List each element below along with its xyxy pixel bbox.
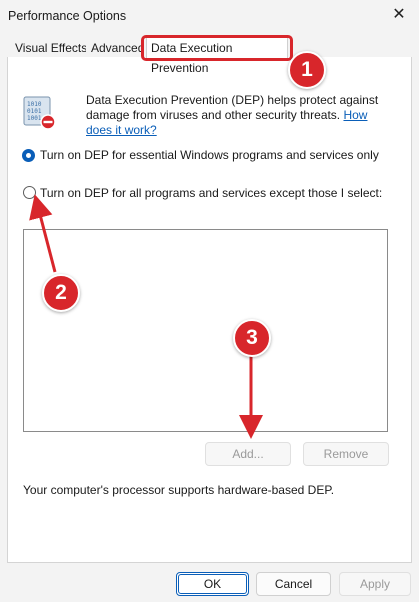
ok-button[interactable]: OK [176,572,249,596]
step-badge-2: 2 [42,274,80,312]
dep-description-text: Data Execution Prevention (DEP) helps pr… [86,93,379,122]
remove-button[interactable]: Remove [303,442,389,466]
radio-essential-only[interactable] [22,149,35,162]
radio-all-programs-label[interactable]: Turn on DEP for all programs and service… [40,186,382,200]
cancel-button[interactable]: Cancel [256,572,331,596]
close-icon[interactable]: ✕ [388,4,410,26]
dep-shield-icon: 1010 0101 1001 [22,95,58,131]
radio-all-programs[interactable] [23,186,36,199]
svg-text:1010: 1010 [27,101,42,108]
processor-support-text: Your computer's processor supports hardw… [23,483,335,497]
add-button[interactable]: Add... [205,442,291,466]
apply-button[interactable]: Apply [339,572,411,596]
tab-visual-effects[interactable]: Visual Effects [10,39,93,57]
step-badge-3: 3 [233,319,271,357]
window-title: Performance Options [8,9,127,23]
svg-text:0101: 0101 [27,108,42,115]
dep-description: Data Execution Prevention (DEP) helps pr… [86,93,386,138]
tab-highlight-annotation [141,35,293,61]
program-exclusion-list[interactable] [23,229,388,432]
radio-essential-label[interactable]: Turn on DEP for essential Windows progra… [40,148,379,162]
tab-advanced[interactable]: Advanced [86,39,150,57]
svg-text:1001: 1001 [27,115,42,122]
step-badge-1: 1 [288,51,326,89]
